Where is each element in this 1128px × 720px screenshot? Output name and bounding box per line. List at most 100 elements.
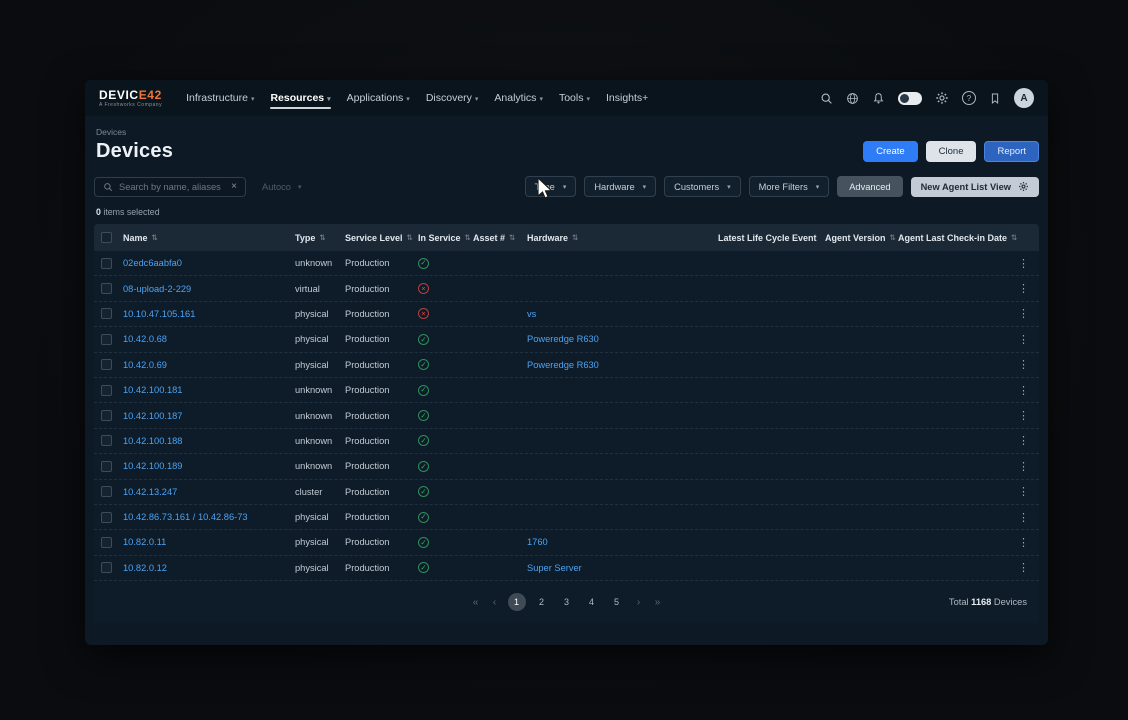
row-actions-kebab[interactable]: ⋮	[1016, 257, 1031, 270]
row-checkbox[interactable]	[101, 562, 112, 573]
pagination-last[interactable]: »	[652, 597, 664, 608]
user-avatar[interactable]: A	[1014, 88, 1034, 108]
pagination-first[interactable]: «	[470, 597, 482, 608]
device-name-link[interactable]: 10.82.0.12	[123, 563, 167, 573]
row-actions-kebab[interactable]: ⋮	[1016, 358, 1031, 371]
nav-item-applications[interactable]: Applications▾	[339, 80, 418, 116]
sort-icon[interactable]: ⇅	[465, 233, 471, 242]
bell-icon[interactable]	[872, 92, 885, 105]
row-actions-kebab[interactable]: ⋮	[1016, 307, 1031, 320]
hardware-link[interactable]: Super Server	[527, 563, 582, 573]
nav-item-insights[interactable]: Insights+	[598, 80, 656, 116]
hardware-link[interactable]: 1760	[527, 537, 548, 547]
bookmark-icon[interactable]	[989, 92, 1001, 105]
column-header-latest-life-cycle-event[interactable]: Latest Life Cycle Event	[718, 233, 825, 243]
pagination-prev[interactable]: ‹	[489, 597, 501, 608]
row-checkbox[interactable]	[101, 283, 112, 294]
pagination-page-2[interactable]: 2	[533, 593, 551, 611]
device-name-link[interactable]: 10.42.13.247	[123, 487, 177, 497]
row-actions-kebab[interactable]: ⋮	[1016, 384, 1031, 397]
sort-icon[interactable]: ⇅	[509, 233, 515, 242]
clear-search-icon[interactable]: ×	[231, 182, 237, 192]
filter-dropdown-hardware[interactable]: Hardware▾	[584, 176, 656, 197]
device-name-link[interactable]: 08-upload-2-229	[123, 284, 191, 294]
nav-item-discovery[interactable]: Discovery▾	[418, 80, 487, 116]
advanced-button[interactable]: Advanced	[837, 176, 902, 197]
search-box[interactable]: ×	[94, 177, 246, 197]
row-checkbox[interactable]	[101, 435, 112, 446]
column-header-agent-last-check-in-date[interactable]: Agent Last Check-in Date⇅	[898, 233, 1018, 243]
hardware-link[interactable]: Poweredge R630	[527, 334, 599, 344]
row-checkbox[interactable]	[101, 258, 112, 269]
search-icon[interactable]	[820, 92, 833, 105]
row-actions-kebab[interactable]: ⋮	[1016, 536, 1031, 549]
pagination-page-1[interactable]: 1	[508, 593, 526, 611]
row-actions-kebab[interactable]: ⋮	[1016, 333, 1031, 346]
pagination-page-3[interactable]: 3	[558, 593, 576, 611]
sort-icon[interactable]: ⇅	[572, 233, 578, 242]
pagination-next[interactable]: ›	[633, 597, 645, 608]
secondary-filter-dropdown[interactable]: Autoco ▾	[262, 182, 301, 192]
select-all-checkbox[interactable]	[101, 232, 112, 243]
device-name-link[interactable]: 10.10.47.105.161	[123, 309, 195, 319]
column-header-asset[interactable]: Asset #⇅	[473, 233, 527, 243]
device-name-link[interactable]: 10.42.86.73.161 / 10.42.86-73	[123, 512, 248, 522]
device-name-link[interactable]: 10.42.100.188	[123, 436, 182, 446]
gear-icon[interactable]	[935, 91, 949, 105]
sort-icon[interactable]: ⇅	[890, 233, 896, 242]
clone-button[interactable]: Clone	[926, 141, 977, 162]
create-button[interactable]: Create	[863, 141, 918, 162]
row-actions-kebab[interactable]: ⋮	[1016, 561, 1031, 574]
nav-item-resources[interactable]: Resources▾	[262, 80, 338, 116]
column-header-service-level[interactable]: Service Level⇅	[345, 233, 418, 243]
device-name-link[interactable]: 10.42.100.187	[123, 411, 182, 421]
pagination-page-5[interactable]: 5	[608, 593, 626, 611]
row-checkbox[interactable]	[101, 410, 112, 421]
row-checkbox[interactable]	[101, 385, 112, 396]
hardware-link[interactable]: vs	[527, 309, 536, 319]
nav-item-analytics[interactable]: Analytics▾	[486, 80, 551, 116]
row-actions-kebab[interactable]: ⋮	[1016, 409, 1031, 422]
pagination-page-4[interactable]: 4	[583, 593, 601, 611]
row-actions-kebab[interactable]: ⋮	[1016, 460, 1031, 473]
breadcrumb[interactable]: Devices	[94, 127, 1039, 137]
row-checkbox[interactable]	[101, 359, 112, 370]
row-checkbox[interactable]	[101, 308, 112, 319]
column-header-in-service[interactable]: In Service⇅	[418, 233, 473, 243]
row-checkbox[interactable]	[101, 537, 112, 548]
sort-icon[interactable]: ⇅	[407, 233, 413, 242]
globe-icon[interactable]	[846, 92, 859, 105]
nav-item-tools[interactable]: Tools▾	[551, 80, 598, 116]
row-actions-kebab[interactable]: ⋮	[1016, 434, 1031, 447]
device-name-link[interactable]: 10.42.100.181	[123, 385, 182, 395]
device-name-link[interactable]: 10.42.0.68	[123, 334, 167, 344]
row-actions-kebab[interactable]: ⋮	[1016, 511, 1031, 524]
theme-toggle[interactable]	[898, 92, 922, 105]
help-icon[interactable]: ?	[962, 91, 976, 105]
device42-logo[interactable]: DEVICE42 A Freshworks Company	[99, 89, 162, 108]
column-header-type[interactable]: Type⇅	[295, 233, 345, 243]
row-checkbox[interactable]	[101, 512, 112, 523]
row-checkbox[interactable]	[101, 334, 112, 345]
sort-icon[interactable]: ⇅	[152, 233, 158, 242]
column-header-hardware[interactable]: Hardware⇅	[527, 233, 718, 243]
search-input[interactable]	[119, 182, 225, 192]
column-header-name[interactable]: Name⇅	[123, 233, 295, 243]
hardware-link[interactable]: Poweredge R630	[527, 360, 599, 370]
nav-item-infrastructure[interactable]: Infrastructure▾	[178, 80, 262, 116]
filter-dropdown-more-filters[interactable]: More Filters▾	[749, 176, 830, 197]
row-checkbox[interactable]	[101, 486, 112, 497]
row-actions-kebab[interactable]: ⋮	[1016, 485, 1031, 498]
filter-dropdown-type[interactable]: Type▾	[525, 176, 577, 197]
report-button[interactable]: Report	[984, 141, 1039, 162]
sort-icon[interactable]: ⇅	[1011, 233, 1017, 242]
row-checkbox[interactable]	[101, 461, 112, 472]
sort-icon[interactable]: ⇅	[319, 233, 325, 242]
device-name-link[interactable]: 02edc6aabfa0	[123, 258, 182, 268]
filter-dropdown-customers[interactable]: Customers▾	[664, 176, 740, 197]
device-name-link[interactable]: 10.42.100.189	[123, 461, 182, 471]
device-name-link[interactable]: 10.42.0.69	[123, 360, 167, 370]
new-agent-list-view-button[interactable]: New Agent List View	[911, 177, 1039, 197]
device-name-link[interactable]: 10.82.0.11	[123, 537, 166, 547]
row-actions-kebab[interactable]: ⋮	[1016, 282, 1031, 295]
